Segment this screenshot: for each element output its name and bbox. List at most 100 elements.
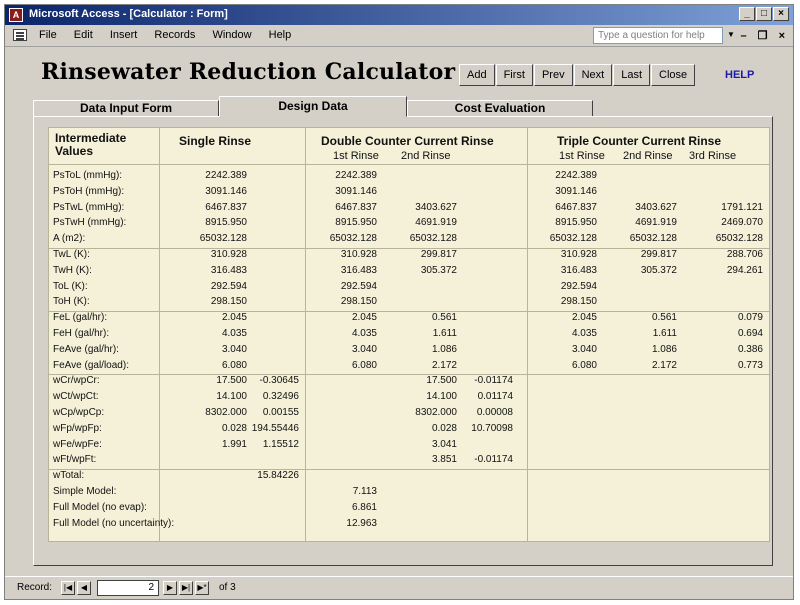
row-label: FeH (gal/hr): [53,328,110,339]
results-grid: Intermediate Values Single Rinse Double … [48,127,770,542]
close-button[interactable]: Close [651,64,696,86]
window-title: Microsoft Access - [Calculator : Form] [29,8,228,20]
cell-t1: 310.928 [560,249,597,260]
menu-insert[interactable]: Insert [110,29,138,41]
last-button[interactable]: Last [613,64,651,86]
row-label: Full Model (no uncertainty): [53,517,175,529]
menu-bar: File Edit Insert Records Window Help Typ… [5,25,793,47]
triple-1st-rinse-header: 1st Rinse [559,150,605,162]
cell-s2: 0.00155 [262,407,299,418]
row-label: wTotal: [53,470,85,482]
cell-d1: 3.040 [351,343,377,355]
row-label: PsToH (mmHg): [53,185,125,197]
cell-s1: 2.045 [221,312,247,324]
next-record-button[interactable]: ▶ [163,581,177,595]
row-label: PsTwH (mmHg): [53,217,127,229]
row-label: FeAve (gal/load): [53,359,129,371]
cell-d2: 65032.128 [409,233,457,245]
cell-t2: 65032.128 [629,233,677,245]
menu-edit[interactable]: Edit [74,29,93,41]
cell-s1: 3091.146 [205,185,247,197]
cell-t3: 0.386 [737,343,763,355]
cell-d2: 14.100 [426,391,457,403]
cell-t1: 6467.837 [555,201,597,213]
maximize-button[interactable]: □ [756,7,772,21]
cell-d2: 0.028 [431,422,457,434]
mdi-minimize-button[interactable]: – [740,30,746,42]
cell-d1: 2.045 [351,312,377,324]
cell-t1: 3091.146 [555,185,597,197]
cell-s1: 292.594 [210,280,247,292]
record-number-input[interactable]: 2 [97,580,159,596]
row-label: PsToL (mmHg): [53,170,123,181]
row-label: wFe/wpFe: [53,438,102,450]
cell-t3: 0.079 [737,312,763,324]
menu-window[interactable]: Window [212,29,251,41]
cell-d2: 305.372 [420,264,457,276]
tab-data-input[interactable]: Data Input Form [33,100,219,117]
first-button[interactable]: First [495,64,533,86]
cell-t1: 298.150 [560,296,597,308]
cell-s2: -0.30645 [259,375,299,387]
cell-d1: 316.483 [340,264,377,276]
cell-d1: 6.861 [351,501,377,513]
new-record-button[interactable]: ▶* [195,581,209,595]
tab-cost-evaluation[interactable]: Cost Evaluation [407,100,593,117]
row-label: ToH (K): [53,296,90,308]
mdi-restore-button[interactable]: ❐ [758,30,768,42]
cell-d3: -0.01174 [474,454,513,466]
row-label: PsTwL (mmHg): [53,201,125,213]
row-label: A (m2): [53,233,86,245]
header-triple-rinse: Triple Counter Current Rinse [557,134,722,148]
row-label: TwH (K): [53,264,92,276]
header-single-rinse: Single Rinse [179,134,252,148]
first-record-button[interactable]: |◀ [61,581,75,595]
minimize-button[interactable]: _ [739,7,755,21]
tab-design-data[interactable]: Design Data [219,96,407,117]
cell-s1: 65032.128 [199,233,247,245]
row-label: FeL (gal/hr): [53,312,108,324]
menu-help[interactable]: Help [269,29,292,41]
row-label: TwL (K): [53,249,90,260]
menu-file[interactable]: File [39,29,57,41]
cell-s2: 0.32496 [262,391,299,403]
cell-d1: 7.113 [352,486,377,497]
prev-button[interactable]: Prev [533,64,573,86]
previous-record-button[interactable]: ◀ [77,581,91,595]
form-icon[interactable] [13,29,27,41]
mdi-close-button[interactable]: × [779,30,785,42]
cell-t3: 1791.121 [721,201,763,213]
cell-s1: 310.928 [210,249,247,260]
cell-s1: 17.500 [216,375,247,387]
close-window-button[interactable]: × [773,7,789,21]
cell-t1: 292.594 [560,280,597,292]
title-bar: A Microsoft Access - [Calculator : Form]… [5,5,793,25]
cell-d2: 1.086 [431,343,457,355]
cell-s1: 316.483 [210,264,247,276]
record-count: of 3 [219,582,236,593]
help-question-input[interactable]: Type a question for help [593,27,723,44]
next-button[interactable]: Next [573,64,613,86]
cell-d2: 3.851 [431,454,457,466]
menu-records[interactable]: Records [154,29,195,41]
cell-t1: 4.035 [571,328,597,339]
cell-t1: 2.045 [571,312,597,324]
add-button[interactable]: Add [459,64,495,86]
cell-t2: 305.372 [640,264,677,276]
cell-t3: 2469.070 [721,217,763,229]
help-link[interactable]: HELP [725,69,754,81]
triple-2nd-rinse-header: 2nd Rinse [623,150,673,162]
cell-s1: 8915.950 [205,217,247,229]
cell-d3: 10.70098 [471,422,513,434]
cell-s1: 6467.837 [205,201,247,213]
cell-d2: 2.172 [431,359,457,371]
cell-t2: 1.086 [651,343,677,355]
last-record-button[interactable]: ▶| [179,581,193,595]
row-label: FeAve (gal/hr): [53,343,119,355]
cell-s1: 8302.000 [205,407,247,418]
cell-d3: -0.01174 [474,375,513,387]
cell-d1: 65032.128 [329,233,377,245]
cell-t1: 2242.389 [555,170,597,181]
cell-t2: 4691.919 [635,217,677,229]
row-label: wCr/wpCr: [53,375,100,387]
